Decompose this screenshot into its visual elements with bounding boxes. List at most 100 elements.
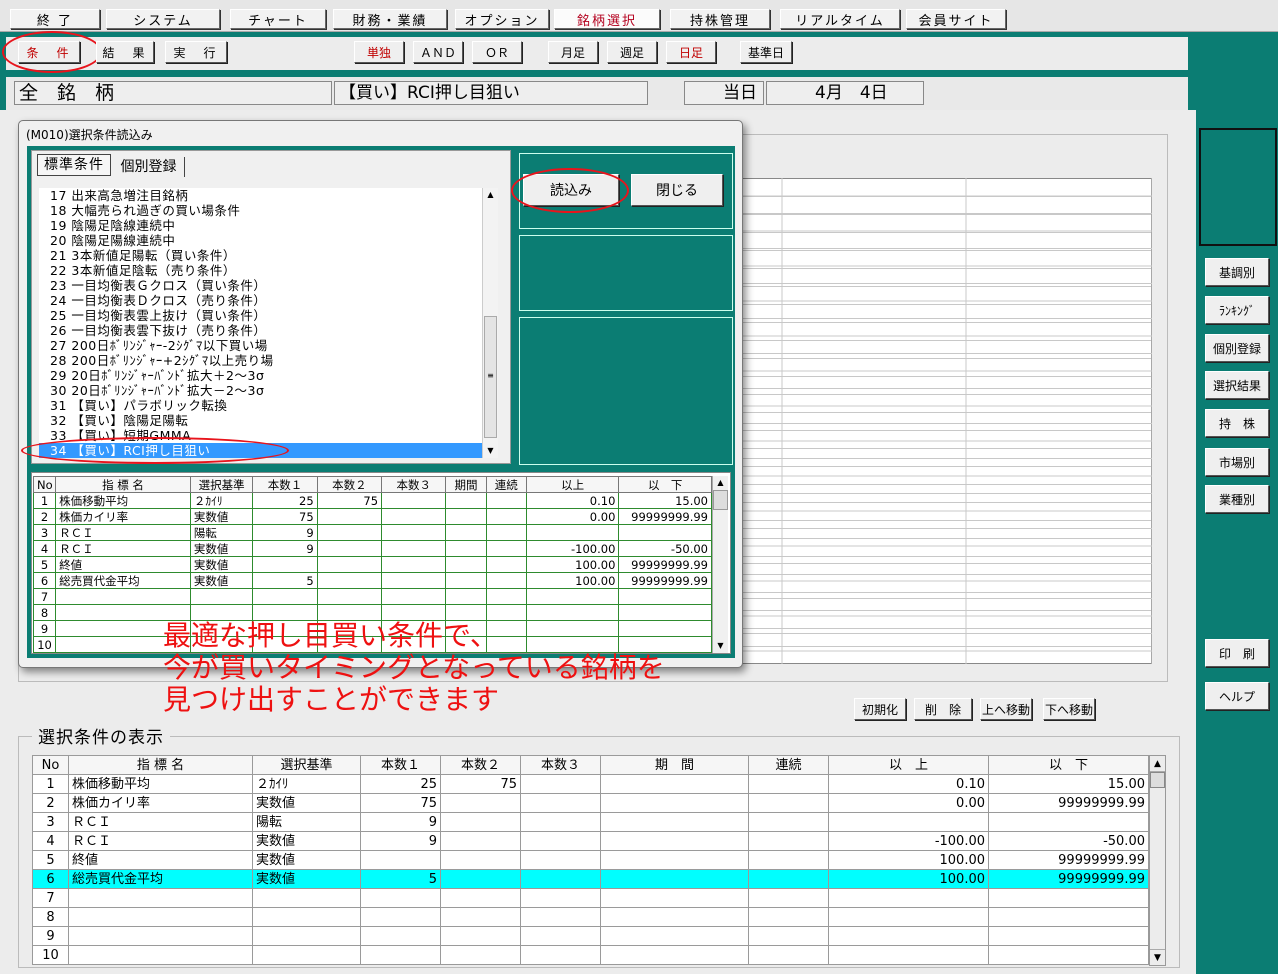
- table-cell[interactable]: [68, 926, 253, 946]
- edit-button-1[interactable]: 削 除: [914, 698, 972, 720]
- table-cell[interactable]: [445, 572, 487, 589]
- table-cell[interactable]: [440, 907, 521, 927]
- table-row[interactable]: 2 株価カイリ率 実数値 75 0.00 99999999.99: [32, 508, 712, 525]
- tab-individual[interactable]: 個別登録: [113, 157, 185, 177]
- table-cell[interactable]: 株価カイリ率: [68, 793, 253, 813]
- table-cell[interactable]: [445, 540, 487, 557]
- table-cell[interactable]: [440, 869, 521, 889]
- table-cell[interactable]: [360, 945, 441, 965]
- table-cell[interactable]: [988, 888, 1149, 908]
- condition-list-item[interactable]: 26 一目均衡表雲下抜け（売り条件）: [39, 323, 485, 338]
- table-cell[interactable]: [440, 926, 521, 946]
- table-cell[interactable]: 実数値: [189, 572, 254, 589]
- table-cell[interactable]: [316, 572, 383, 589]
- table-cell[interactable]: 99999999.99: [618, 556, 712, 573]
- table-cell[interactable]: [520, 793, 601, 813]
- column-header[interactable]: 本数３: [520, 755, 601, 775]
- main-table-scrollbar[interactable]: ▲ ▼: [1149, 755, 1166, 966]
- side-button-0[interactable]: 基調別: [1205, 258, 1269, 286]
- menu-2[interactable]: チャート: [230, 9, 326, 29]
- table-cell[interactable]: ＲＣＩ: [68, 812, 253, 832]
- table-cell[interactable]: 7: [32, 888, 69, 908]
- list-scroll-down-icon[interactable]: ▼: [483, 444, 498, 458]
- column-header[interactable]: 本数２: [440, 755, 521, 775]
- table-cell[interactable]: [440, 831, 521, 851]
- table-cell[interactable]: 0.00: [828, 793, 989, 813]
- table-cell[interactable]: [748, 945, 829, 965]
- table-cell[interactable]: 実数値: [189, 556, 254, 573]
- condition-list-item[interactable]: 20 陰陽足陽線連続中: [39, 233, 485, 248]
- table-cell[interactable]: 終値: [55, 556, 191, 573]
- table-cell[interactable]: [252, 888, 361, 908]
- table-cell[interactable]: [316, 524, 383, 541]
- table-row[interactable]: 4 ＲＣＩ 実数値 9 -100.00 -50.00: [32, 831, 1149, 851]
- table-cell[interactable]: 8: [32, 907, 69, 927]
- table-cell[interactable]: [600, 831, 749, 851]
- column-header[interactable]: 本数２: [316, 476, 383, 493]
- table-row[interactable]: 2 株価カイリ率 実数値 75 0.00 99999999.99: [32, 793, 1149, 813]
- condition-list-item[interactable]: 30 20日ﾎﾞﾘﾝｼﾞｬｰﾊﾞﾝﾄﾞ拡大－2～3σ: [39, 383, 485, 398]
- condition-list-item[interactable]: 31 【買い】パラボリック転換: [39, 398, 485, 413]
- table-cell[interactable]: [988, 907, 1149, 927]
- table-cell[interactable]: [445, 508, 487, 525]
- table-cell[interactable]: [600, 945, 749, 965]
- condition-list-item[interactable]: 21 3本新値足陽転（買い条件）: [39, 248, 485, 263]
- table-cell[interactable]: [618, 620, 712, 637]
- table-cell[interactable]: [828, 926, 989, 946]
- table-cell[interactable]: ２ｶｲﾘ: [189, 492, 254, 509]
- table-cell[interactable]: 100.00: [828, 869, 989, 889]
- result-button[interactable]: 結 果: [96, 41, 154, 63]
- table-cell[interactable]: [600, 850, 749, 870]
- table-cell[interactable]: [381, 508, 447, 525]
- table-cell[interactable]: [381, 492, 447, 509]
- table-cell[interactable]: ＲＣＩ: [55, 540, 191, 557]
- side-button-6[interactable]: 業種別: [1205, 485, 1269, 513]
- column-header[interactable]: 連続: [485, 476, 527, 493]
- table-cell[interactable]: [485, 588, 527, 605]
- column-header[interactable]: 選択基準: [189, 476, 254, 493]
- table-cell[interactable]: [748, 831, 829, 851]
- menu-0[interactable]: 終 了: [10, 9, 100, 29]
- table-cell[interactable]: [252, 926, 361, 946]
- table-cell[interactable]: [600, 793, 749, 813]
- table-cell[interactable]: 99999999.99: [618, 572, 712, 589]
- table-cell[interactable]: [748, 812, 829, 832]
- table-row[interactable]: 6 総売買代金平均 実数値 5 100.00 99999999.99: [32, 572, 712, 589]
- column-header[interactable]: No: [32, 755, 69, 775]
- table-cell[interactable]: [485, 556, 527, 573]
- list-scrollbar[interactable]: ▲ ≡ ▼: [482, 188, 498, 458]
- table-cell[interactable]: [618, 604, 712, 621]
- side-button-2[interactable]: 個別登録: [1205, 334, 1269, 362]
- table-cell[interactable]: [520, 945, 601, 965]
- table-cell[interactable]: -50.00: [618, 540, 712, 557]
- table-cell[interactable]: [445, 524, 487, 541]
- table-cell[interactable]: 5: [32, 850, 69, 870]
- table-cell[interactable]: [988, 945, 1149, 965]
- dialog-table-scrollbar[interactable]: ▲ ▼: [712, 476, 728, 653]
- table-cell[interactable]: [520, 831, 601, 851]
- table-cell[interactable]: ２ｶｲﾘ: [252, 774, 361, 794]
- table-cell[interactable]: [252, 556, 318, 573]
- table-row[interactable]: 7: [32, 588, 712, 605]
- table-cell[interactable]: [252, 588, 318, 605]
- condition-list-item[interactable]: 23 一目均衡表Ｇクロス（買い条件）: [39, 278, 485, 293]
- table-cell[interactable]: 0.10: [525, 492, 620, 509]
- table-cell[interactable]: -100.00: [828, 831, 989, 851]
- table-cell[interactable]: [485, 524, 527, 541]
- table-cell[interactable]: 10: [32, 945, 69, 965]
- table-row[interactable]: 8: [32, 907, 1149, 927]
- close-button[interactable]: 閉じる: [631, 174, 723, 206]
- table-cell[interactable]: 75: [440, 774, 521, 794]
- table-cell[interactable]: [748, 774, 829, 794]
- condition-list-item[interactable]: 19 陰陽足陰線連続中: [39, 218, 485, 233]
- table-cell[interactable]: 4: [32, 831, 69, 851]
- table-row[interactable]: 5 終値 実数値 100.00 99999999.99: [32, 556, 712, 573]
- table-cell[interactable]: 99999999.99: [618, 508, 712, 525]
- table-cell[interactable]: 9: [32, 620, 57, 637]
- table-cell[interactable]: [316, 588, 383, 605]
- edit-button-2[interactable]: 上へ移動: [980, 698, 1032, 720]
- table-cell[interactable]: [485, 508, 527, 525]
- table-cell[interactable]: 1: [32, 774, 69, 794]
- table-cell[interactable]: [520, 888, 601, 908]
- table-cell[interactable]: -100.00: [525, 540, 620, 557]
